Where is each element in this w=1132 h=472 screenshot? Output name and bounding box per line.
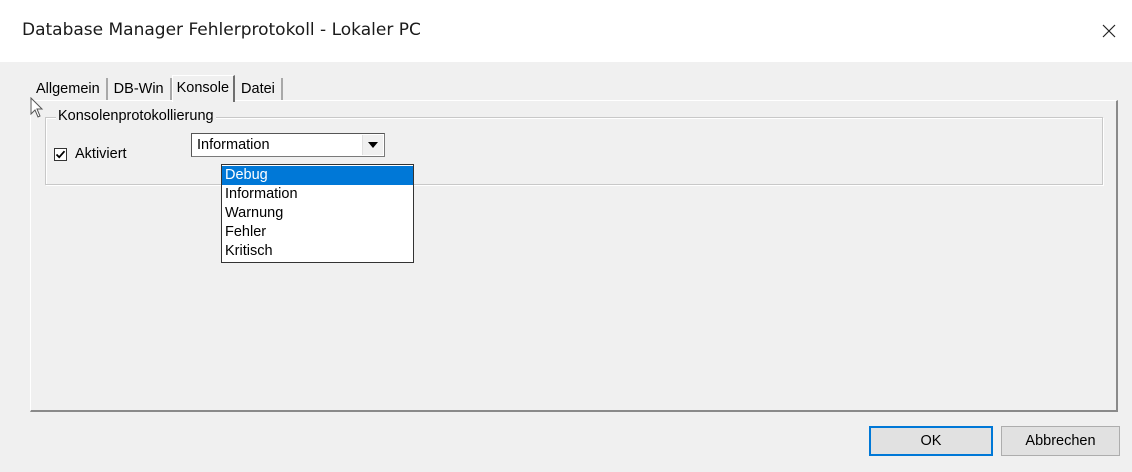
checkmark-icon bbox=[55, 150, 66, 159]
option-information[interactable]: Information bbox=[222, 185, 413, 204]
title-bar: Database Manager Fehlerprotokoll - Lokal… bbox=[0, 0, 1132, 62]
tab-konsole[interactable]: Konsole bbox=[171, 75, 236, 102]
cancel-button[interactable]: Abbrechen bbox=[1001, 426, 1120, 456]
window-title: Database Manager Fehlerprotokoll - Lokal… bbox=[22, 20, 421, 40]
close-icon bbox=[1102, 24, 1116, 38]
enabled-checkbox-row[interactable]: Aktiviert bbox=[54, 146, 127, 162]
log-level-value: Information bbox=[197, 137, 270, 153]
group-title: Konsolenprotokollierung bbox=[56, 108, 216, 124]
enabled-checkbox[interactable] bbox=[54, 147, 67, 161]
mouse-cursor-icon bbox=[30, 97, 44, 118]
dropdown-button[interactable] bbox=[362, 135, 383, 155]
dialog-window: Database Manager Fehlerprotokoll - Lokal… bbox=[0, 0, 1132, 472]
option-fehler[interactable]: Fehler bbox=[222, 223, 413, 242]
log-level-dropdown-list: Debug Information Warnung Fehler Kritisc… bbox=[221, 164, 414, 263]
option-warnung[interactable]: Warnung bbox=[222, 204, 413, 223]
option-debug[interactable]: Debug bbox=[222, 166, 413, 185]
ok-button[interactable]: OK bbox=[869, 426, 993, 456]
tab-datei[interactable]: Datei bbox=[235, 78, 283, 100]
tab-strip: Allgemein DB-Win Konsole Datei bbox=[30, 72, 283, 102]
option-kritisch[interactable]: Kritisch bbox=[222, 242, 413, 261]
close-button[interactable] bbox=[1086, 0, 1132, 62]
dialog-body: Allgemein DB-Win Konsole Datei Konsolenp… bbox=[0, 62, 1132, 472]
chevron-down-icon bbox=[368, 142, 378, 148]
tab-db-win[interactable]: DB-Win bbox=[107, 78, 172, 100]
log-level-select[interactable]: Information bbox=[191, 133, 385, 157]
enabled-label: Aktiviert bbox=[75, 146, 127, 162]
